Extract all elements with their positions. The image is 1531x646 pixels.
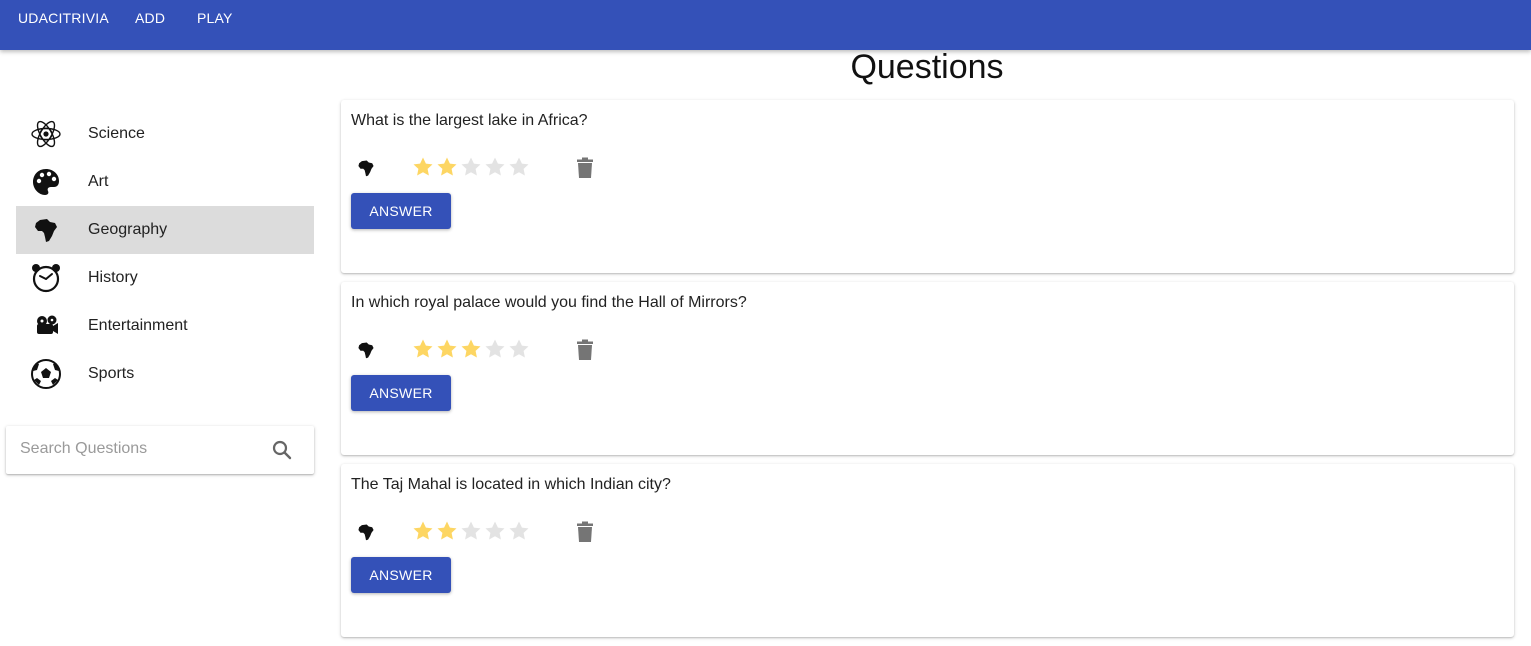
question-text: In which royal palace would you find the… (351, 294, 747, 311)
category-label: Science (88, 125, 145, 142)
answer-button[interactable]: ANSWER (351, 375, 451, 411)
film-camera-icon (30, 310, 62, 342)
category-label: Geography (88, 221, 168, 238)
question-card: What is the largest lake in Africa? ANSW… (341, 100, 1514, 273)
star-empty-icon[interactable] (484, 156, 506, 178)
search-box (6, 426, 314, 474)
search-input[interactable] (20, 436, 250, 462)
star-empty-icon[interactable] (508, 156, 530, 178)
star-empty-icon[interactable] (460, 156, 482, 178)
question-card: The Taj Mahal is located in which Indian… (341, 464, 1514, 637)
star-filled-icon[interactable] (412, 520, 434, 542)
page-title: Questions (850, 48, 1004, 86)
africa-icon (30, 214, 62, 246)
atom-icon (30, 118, 62, 150)
star-filled-icon[interactable] (412, 338, 434, 360)
alarm-clock-icon (30, 262, 62, 294)
star-empty-icon[interactable] (484, 520, 506, 542)
category-item-art[interactable]: Art (16, 158, 314, 206)
star-empty-icon[interactable] (460, 520, 482, 542)
category-list: Science Art Geography History Entertainm… (16, 110, 314, 398)
question-list: What is the largest lake in Africa? ANSW… (341, 100, 1514, 646)
app-bar: UDACITRIVIA ADD PLAY (0, 0, 1531, 50)
nav-add-link[interactable]: ADD (135, 10, 165, 26)
category-item-entertainment[interactable]: Entertainment (16, 302, 314, 350)
category-label: Entertainment (88, 317, 188, 334)
nav-play-link[interactable]: PLAY (197, 10, 233, 26)
category-label: Sports (88, 365, 135, 382)
star-filled-icon[interactable] (412, 156, 434, 178)
africa-icon (355, 156, 377, 180)
palette-icon (30, 166, 62, 198)
star-filled-icon[interactable] (460, 338, 482, 360)
search-icon[interactable] (270, 438, 294, 462)
trash-icon[interactable] (575, 156, 595, 180)
star-empty-icon[interactable] (508, 338, 530, 360)
category-item-history[interactable]: History (16, 254, 314, 302)
trash-icon[interactable] (575, 338, 595, 362)
nav-home-link[interactable]: UDACITRIVIA (18, 10, 109, 26)
star-filled-icon[interactable] (436, 156, 458, 178)
star-empty-icon[interactable] (484, 338, 506, 360)
star-filled-icon[interactable] (436, 520, 458, 542)
category-item-geography[interactable]: Geography (16, 206, 314, 254)
category-item-sports[interactable]: Sports (16, 350, 314, 398)
category-label: History (88, 269, 138, 286)
africa-icon (355, 338, 377, 362)
answer-button[interactable]: ANSWER (351, 557, 451, 593)
question-card: In which royal palace would you find the… (341, 282, 1514, 455)
trash-icon[interactable] (575, 520, 595, 544)
star-filled-icon[interactable] (436, 338, 458, 360)
category-item-science[interactable]: Science (16, 110, 314, 158)
africa-icon (355, 520, 377, 544)
question-text: What is the largest lake in Africa? (351, 112, 588, 129)
question-text: The Taj Mahal is located in which Indian… (351, 476, 671, 493)
soccer-ball-icon (30, 358, 62, 390)
answer-button[interactable]: ANSWER (351, 193, 451, 229)
category-label: Art (88, 173, 109, 190)
star-empty-icon[interactable] (508, 520, 530, 542)
